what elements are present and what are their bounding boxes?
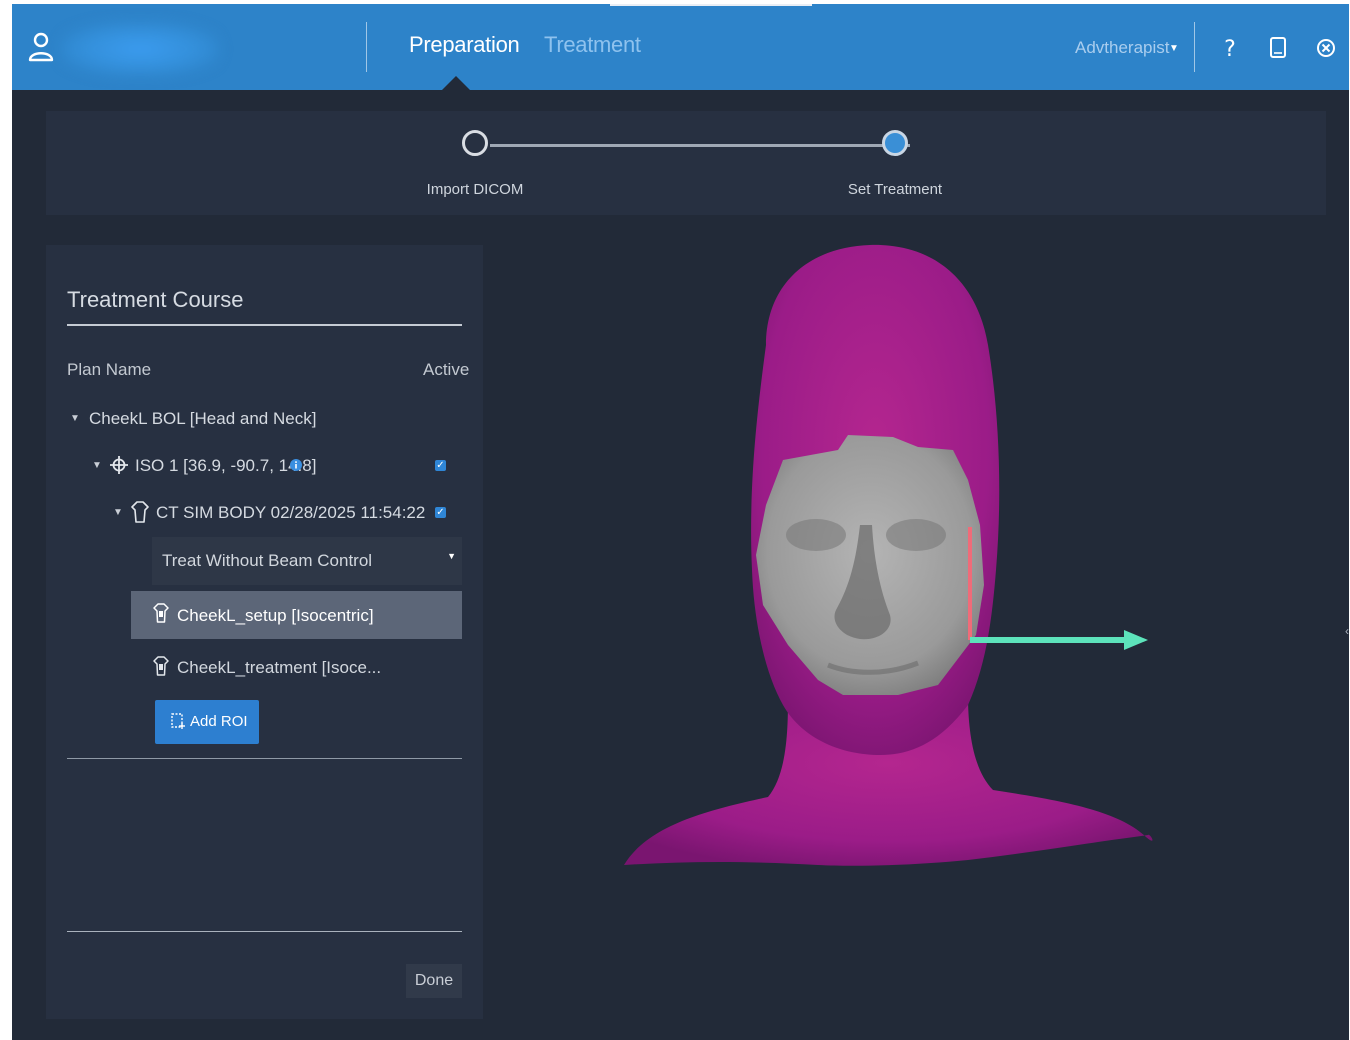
user-menu[interactable]: Advtherapist <box>1075 38 1170 58</box>
app-window: Preparation Treatment Advtherapist ▼ ? I… <box>12 4 1349 1040</box>
step-set-treatment-label: Set Treatment <box>847 181 943 198</box>
chevron-down-icon[interactable]: ▼ <box>1169 43 1179 54</box>
help-icon[interactable]: ? <box>1217 34 1243 62</box>
panel-title: Treatment Course <box>67 287 244 312</box>
title-underline <box>67 324 462 326</box>
column-header-active: Active <box>423 360 470 379</box>
roi-label-treatment[interactable]: CheekL_treatment [Isoce... <box>177 658 381 678</box>
beam-control-value: Treat Without Beam Control <box>162 551 373 570</box>
expand-triangle-icon[interactable]: ▼ <box>70 413 80 424</box>
header-bar: Preparation Treatment Advtherapist ▼ ? <box>12 4 1349 90</box>
left-eye-shadow <box>786 519 846 551</box>
workflow-stepper: Import DICOM Set Treatment <box>46 111 1326 215</box>
tree-item-plan[interactable]: CheekL BOL [Head and Neck] <box>89 409 316 429</box>
tab-preparation[interactable]: Preparation <box>409 32 520 58</box>
dropdown-arrow-icon: ▼ <box>447 551 456 561</box>
step-import-dicom-label: Import DICOM <box>426 181 524 198</box>
chevron-left-icon[interactable]: ‹ <box>1345 624 1349 638</box>
stepper-line <box>490 144 910 147</box>
body-outline-icon <box>131 501 149 523</box>
column-header-plan-name: Plan Name <box>67 360 152 379</box>
iso-active-checkbox[interactable]: ✓ <box>435 460 446 471</box>
add-roi-button[interactable]: Add ROI <box>155 700 259 744</box>
header-divider <box>1194 22 1195 72</box>
crosshair-icon <box>110 456 128 474</box>
header-top-strip <box>610 4 812 6</box>
step-set-treatment-dot[interactable] <box>882 130 908 156</box>
done-button[interactable]: Done <box>406 964 462 998</box>
treatment-course-panel: Treatment Course Plan Name Active ▼ Chee… <box>46 245 483 1019</box>
add-roi-label: Add ROI <box>190 713 248 730</box>
user-icon[interactable] <box>26 29 56 65</box>
right-eye-shadow <box>886 519 946 551</box>
ct-active-checkbox[interactable]: ✓ <box>435 507 446 518</box>
x-axis-arrowhead <box>1124 630 1148 650</box>
tab-treatment[interactable]: Treatment <box>544 32 641 58</box>
divider-line <box>67 931 462 932</box>
3d-viewport[interactable] <box>498 225 1349 1040</box>
step-import-dicom-dot[interactable] <box>462 130 488 156</box>
body-roi-icon <box>153 603 169 623</box>
beam-control-select[interactable]: Treat Without Beam Control ▼ <box>152 537 462 585</box>
expand-triangle-icon[interactable]: ▼ <box>92 460 102 471</box>
active-tab-indicator <box>442 76 470 90</box>
redacted-user-name <box>60 22 220 76</box>
expand-triangle-icon[interactable]: ▼ <box>113 507 123 518</box>
roi-label-setup[interactable]: CheekL_setup [Isocentric] <box>177 606 374 626</box>
header-divider <box>366 22 367 72</box>
divider-line <box>67 758 462 759</box>
close-circle-icon[interactable] <box>1313 34 1339 62</box>
svg-text:?: ? <box>1224 37 1236 62</box>
body-roi-icon <box>153 656 169 676</box>
info-icon[interactable] <box>290 459 302 471</box>
add-roi-icon <box>171 713 185 729</box>
tablet-icon[interactable] <box>1265 34 1291 62</box>
tree-item-ct-sim-body[interactable]: CT SIM BODY 02/28/2025 11:54:22 <box>156 503 425 523</box>
